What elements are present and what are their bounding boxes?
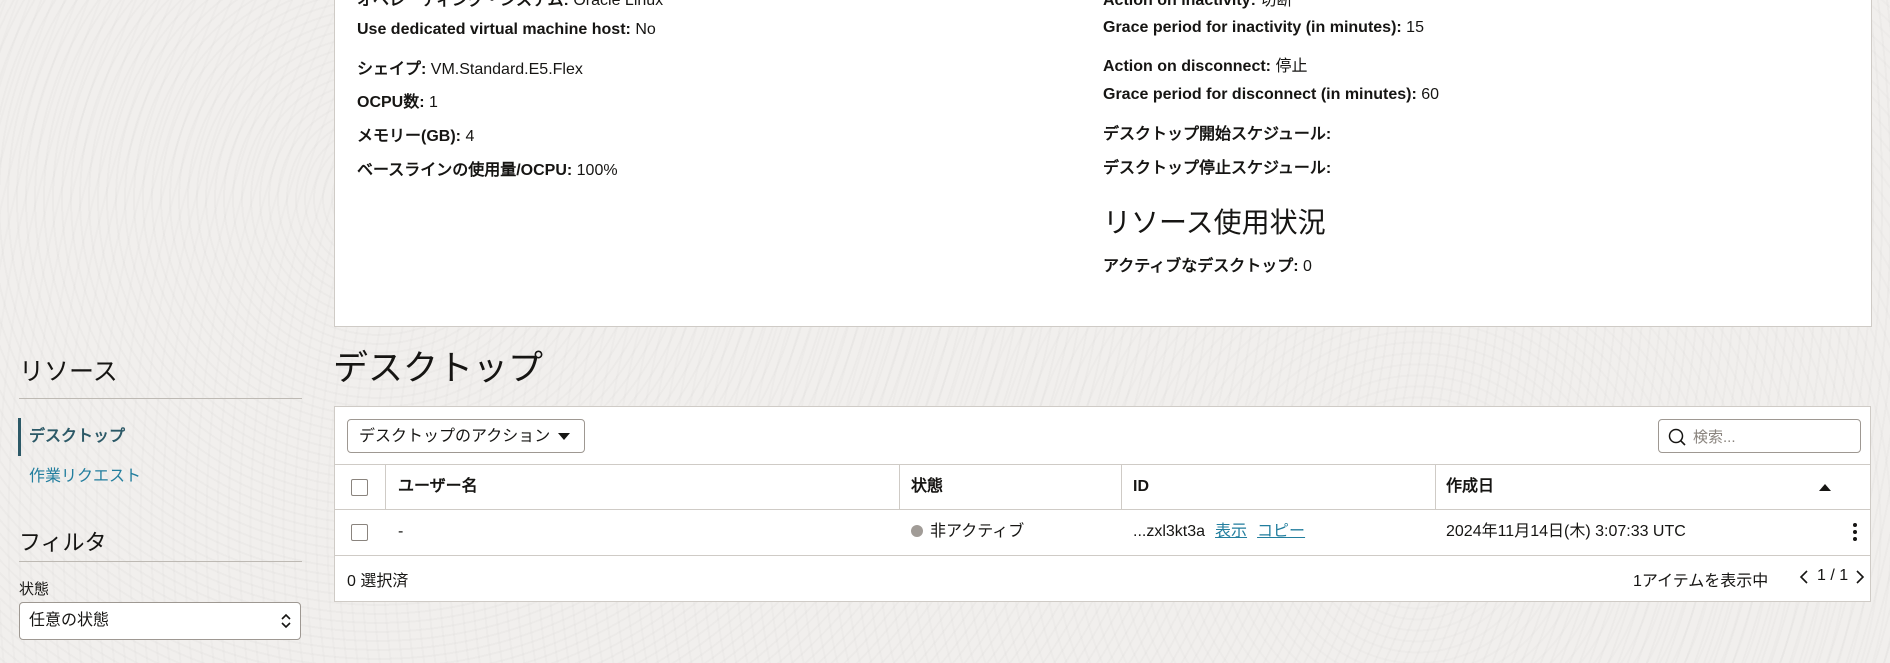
detail-grace-disconnect: Grace period for disconnect (in minutes)… — [1103, 86, 1439, 104]
row-username: - — [398, 523, 404, 540]
select-all-checkbox[interactable] — [351, 479, 368, 496]
row-created: 2024年11月14日(木) 3:07:33 UTC — [1446, 523, 1686, 540]
pagination: 1 / 1 — [1797, 562, 1867, 592]
detail-start-schedule: デスクトップ開始スケジュール: — [1103, 120, 1331, 144]
detail-value: Oracle Linux — [573, 0, 664, 9]
detail-key: Action on disconnect: — [1103, 58, 1271, 75]
detail-key: オペレーティング・システム: — [357, 0, 569, 9]
detail-key: デスクトップ開始スケジュール: — [1103, 126, 1332, 143]
state-filter-label: 状態 — [19, 581, 50, 598]
desktop-pool-details-panel: オペレーティング・システム: Oracle Linux Use dedicate… — [334, 0, 1872, 327]
detail-value: 100% — [576, 162, 618, 179]
detail-value: 1 — [429, 94, 438, 111]
column-divider — [385, 465, 386, 509]
caret-down-icon — [558, 433, 570, 440]
detail-value: 0 — [1303, 258, 1312, 275]
table-row: - 非アクティブ ...zxl3kt3a 表示 コピー 2024年11月14日(木)… — [335, 510, 1870, 556]
detail-value: VM.Standard.E5.Flex — [430, 61, 583, 78]
state-filter-value: 任意の状態 — [29, 612, 110, 629]
detail-value: 15 — [1406, 19, 1424, 36]
detail-value: 4 — [465, 128, 475, 145]
column-header-id[interactable]: ID — [1133, 465, 1149, 509]
desktops-table-card: デスクトップのアクション ユーザー名 状態 ID 作成日 - 非アクティブ ..… — [334, 406, 1871, 602]
detail-value: No — [635, 21, 656, 38]
detail-key: シェイプ: — [357, 61, 427, 78]
detail-memory: メモリー(GB): 4 — [357, 122, 474, 146]
detail-action-disconnect: Action on disconnect: 停止 — [1103, 52, 1307, 76]
column-header-created[interactable]: 作成日 — [1446, 465, 1494, 509]
desktops-heading: デスクトップ — [333, 349, 544, 388]
column-divider — [1435, 465, 1436, 509]
detail-key: Grace period for disconnect (in minutes)… — [1103, 86, 1417, 103]
detail-key: Grace period for inactivity (in minutes)… — [1103, 19, 1402, 36]
detail-key: メモリー(GB): — [357, 128, 461, 145]
search-icon — [1668, 428, 1686, 446]
inactive-status-dot-icon — [911, 525, 923, 537]
detail-os: オペレーティング・システム: Oracle Linux — [357, 0, 663, 10]
resources-heading: リソース — [19, 358, 118, 386]
detail-key: デスクトップ停止スケジュール: — [1103, 160, 1332, 177]
search-box — [1658, 419, 1861, 453]
desktop-actions-button[interactable]: デスクトップのアクション — [347, 419, 585, 453]
desktop-actions-label: デスクトップのアクション — [359, 428, 551, 445]
select-chevrons-icon — [281, 613, 291, 629]
resource-item-desktops[interactable]: デスクトップ — [18, 418, 298, 456]
column-divider — [1121, 465, 1122, 509]
detail-ocpu: OCPU数: 1 — [357, 88, 438, 112]
row-checkbox[interactable] — [351, 524, 368, 541]
filter-divider — [19, 561, 302, 562]
state-filter-select[interactable]: 任意の状態 — [19, 602, 301, 640]
detail-action-inactivity: Action on inactivity: 切断 — [1103, 0, 1292, 10]
resources-divider — [19, 398, 302, 399]
chevron-right-icon[interactable] — [1853, 569, 1867, 585]
detail-value: 停止 — [1275, 58, 1308, 75]
row-state: 非アクティブ — [911, 510, 1024, 554]
row-id: ...zxl3kt3a 表示 コピー — [1133, 510, 1305, 554]
chevron-left-icon[interactable] — [1797, 569, 1811, 585]
detail-value: 60 — [1421, 86, 1440, 103]
detail-key: OCPU数: — [357, 94, 425, 111]
column-header-username[interactable]: ユーザー名 — [398, 465, 478, 509]
detail-value: 切断 — [1260, 0, 1293, 9]
id-copy-link[interactable]: コピー — [1257, 523, 1305, 540]
detail-key: アクティブなデスクトップ: — [1103, 258, 1299, 275]
row-id-text: ...zxl3kt3a — [1133, 523, 1206, 540]
id-show-link[interactable]: 表示 — [1215, 523, 1247, 540]
search-input[interactable] — [1691, 421, 1855, 453]
row-state-text: 非アクティブ — [930, 523, 1025, 540]
selected-count: 0 選択済 — [347, 573, 409, 590]
detail-key: Action on inactivity: — [1103, 0, 1256, 9]
filter-heading: フィルタ — [19, 530, 107, 555]
items-showing-text: 1アイテムを表示中 — [1633, 573, 1769, 590]
detail-key: Use dedicated virtual machine host: — [357, 21, 631, 38]
detail-stop-schedule: デスクトップ停止スケジュール: — [1103, 154, 1331, 178]
detail-shape: シェイプ: VM.Standard.E5.Flex — [357, 55, 583, 79]
resource-item-work-requests[interactable]: 作業リクエスト — [29, 462, 141, 486]
detail-baseline: ベースラインの使用量/OCPU: 100% — [357, 156, 618, 180]
detail-active-desktops: アクティブなデスクトップ: 0 — [1103, 252, 1312, 276]
row-actions-kebab-icon[interactable] — [1853, 523, 1857, 541]
column-header-state[interactable]: 状態 — [911, 465, 943, 509]
resource-usage-heading: リソース使用状況 — [1103, 207, 1326, 238]
detail-dedicated-host: Use dedicated virtual machine host: No — [357, 21, 656, 39]
detail-key: ベースラインの使用量/OCPU: — [357, 162, 573, 179]
sort-ascending-icon[interactable] — [1819, 484, 1831, 491]
detail-grace-inactivity: Grace period for inactivity (in minutes)… — [1103, 19, 1424, 37]
table-header-row: ユーザー名 状態 ID 作成日 — [335, 464, 1870, 510]
column-divider — [899, 465, 900, 509]
page-indicator: 1 / 1 — [1817, 567, 1849, 584]
